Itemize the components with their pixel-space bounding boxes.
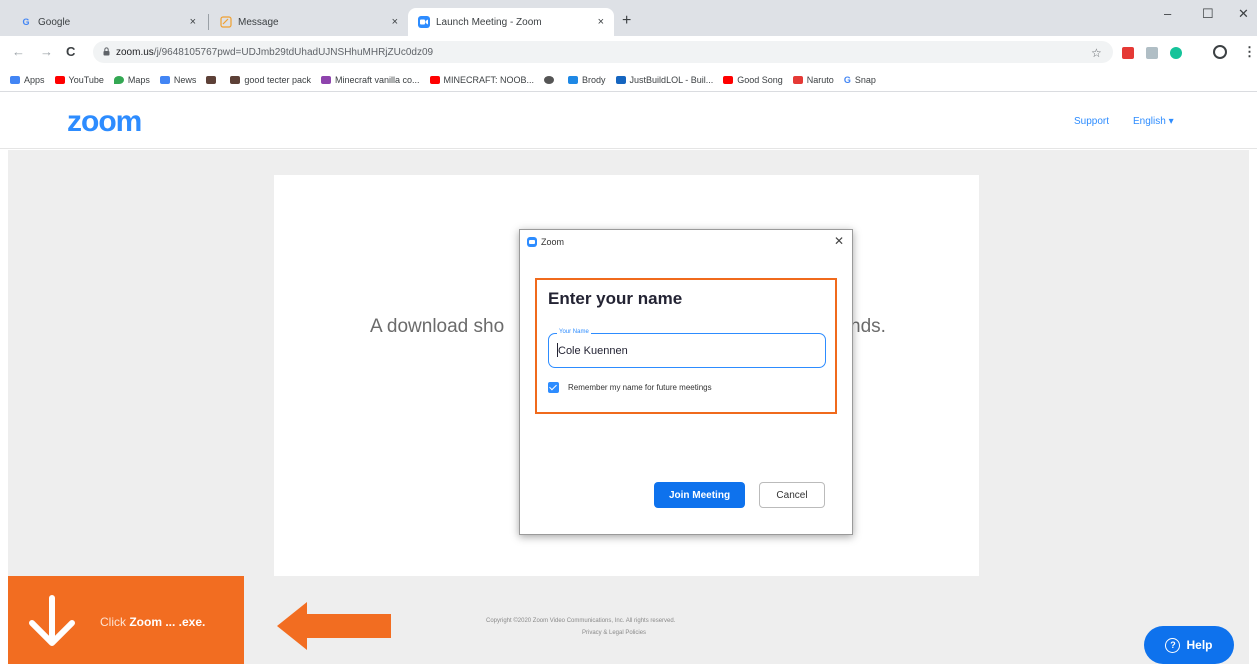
download-filename: Zoom ... .exe. [129,615,206,629]
copyright-text: Copyright ©2020 Zoom Video Communication… [486,618,676,624]
bookmark-favicon-icon [320,75,331,84]
apps-grid-icon [10,75,20,84]
bookmark-folder[interactable] [206,75,220,84]
help-label: Help [1186,638,1213,652]
tab-title: Google [38,16,71,28]
bookmark-maps[interactable]: Maps [113,75,150,85]
forward-icon[interactable]: → [40,44,53,59]
menu-icon[interactable]: ⋮ [1243,44,1256,60]
profile-icon[interactable] [1213,45,1227,59]
question-icon: ? [1165,637,1181,653]
download-banner: Click Zoom ... .exe. [8,576,244,664]
enter-name-dialog: Zoom ✕ Enter your name Your Name Cole Ku… [519,229,853,535]
lock-icon [103,46,110,58]
support-link[interactable]: Support [1074,116,1109,127]
zoom-logo[interactable]: zoom [67,105,142,139]
url-host: zoom.us [116,46,154,58]
cast-icon[interactable] [1146,47,1158,59]
message-icon [220,16,232,28]
tab-message[interactable]: Message × [210,8,408,36]
bookmark-apps[interactable]: Apps [10,75,45,85]
tab-google[interactable]: G Google × [10,8,206,36]
address-bar[interactable]: zoom.us /j/9648105767pwd=UDJmb29tdUhadUJ… [93,41,1113,63]
download-message-start: A download sho [370,316,505,337]
bookmark-brody[interactable]: Brody [568,75,606,85]
url-path: /j/9648105767pwd=UDJmb29tdUhadUJNSHhuMHR… [153,46,434,58]
reload-icon[interactable]: C [66,44,75,59]
tab-launch-meeting[interactable]: Launch Meeting - Zoom × [408,8,614,36]
name-field-label: Your Name [557,329,591,335]
bookmark-star-icon[interactable]: ☆ [1091,46,1102,60]
bookmark-minecraft-noob[interactable]: MINECRAFT: NOOB... [429,75,534,85]
bookmark-minecraft-vanilla[interactable]: Minecraft vanilla co... [320,75,420,85]
maximize-icon[interactable]: ☐ [1202,6,1214,22]
close-window-icon[interactable]: ✕ [1238,6,1249,22]
bookmark-youtube[interactable]: YouTube [54,75,104,85]
maps-pin-icon [113,75,124,84]
bookmark-news[interactable]: News [159,75,196,85]
zoom-icon [527,237,537,247]
language-dropdown[interactable]: English ▾ [1133,116,1174,127]
youtube-icon [429,75,440,84]
bookmarks-bar: Apps YouTube Maps News good tecter pack … [0,68,1257,92]
browser-window: G Google × Message × Launch Meeting - Zo… [0,0,1257,664]
left-arrow-icon [277,602,391,650]
globe-icon [544,75,555,84]
tab-strip: G Google × Message × Launch Meeting - Zo… [0,0,1257,36]
zoom-header: zoom Support English ▾ [0,93,1257,149]
remember-name-row[interactable]: Remember my name for future meetings [548,382,712,393]
dialog-titlebar: Zoom ✕ [520,230,852,254]
download-instruction: Click Zoom ... .exe. [100,615,206,629]
bookmark-good-song[interactable]: Good Song [723,75,783,85]
tab-divider [208,14,209,30]
close-icon[interactable]: ✕ [834,234,844,248]
download-message-end: nds. [850,316,886,337]
privacy-legal-link[interactable]: Privacy & Legal Policies [582,630,646,636]
download-arrow-icon [29,595,75,646]
join-meeting-button[interactable]: Join Meeting [654,482,745,508]
google-icon: G [843,74,851,85]
dialog-heading: Enter your name [548,289,683,308]
remember-name-checkbox[interactable] [548,382,559,393]
new-tab-button[interactable]: + [622,12,631,30]
bookmark-globe[interactable] [544,75,558,84]
close-tab-icon[interactable]: × [190,16,196,28]
bookmark-justbuildlol[interactable]: JustBuildLOL - Buil... [615,75,713,85]
tab-title: Message [238,16,279,28]
youtube-icon [723,75,734,84]
grammarly-icon[interactable] [1170,47,1182,59]
news-icon [159,75,170,84]
minimize-icon[interactable]: – [1164,6,1171,21]
remember-name-label: Remember my name for future meetings [568,383,712,392]
dialog-title: Zoom [541,237,565,247]
bookmark-snap[interactable]: G Snap [844,75,876,85]
bookmark-favicon-icon [615,75,626,84]
extension-icon[interactable] [1122,47,1134,59]
cancel-button[interactable]: Cancel [759,482,825,508]
bookmark-favicon-icon [230,75,241,84]
help-button[interactable]: ? Help [1144,626,1234,664]
bookmark-naruto[interactable]: Naruto [792,75,834,85]
browser-toolbar: ← → C zoom.us /j/9648105767pwd=UDJmb29td… [0,36,1257,68]
close-tab-icon[interactable]: × [392,16,398,28]
close-tab-icon[interactable]: × [598,16,604,28]
bookmark-favicon-icon [206,75,217,84]
back-icon[interactable]: ← [12,44,25,59]
youtube-icon [54,75,65,84]
name-input[interactable]: Your Name Cole Kuennen [548,329,826,368]
bookmark-favicon-icon [568,75,579,84]
bookmark-favicon-icon [792,75,803,84]
tab-title: Launch Meeting - Zoom [436,16,542,28]
bookmark-good-tecter-pack[interactable]: good tecter pack [230,75,311,85]
zoom-icon [418,16,430,28]
name-field-value: Cole Kuennen [558,345,628,357]
google-icon: G [22,17,30,27]
